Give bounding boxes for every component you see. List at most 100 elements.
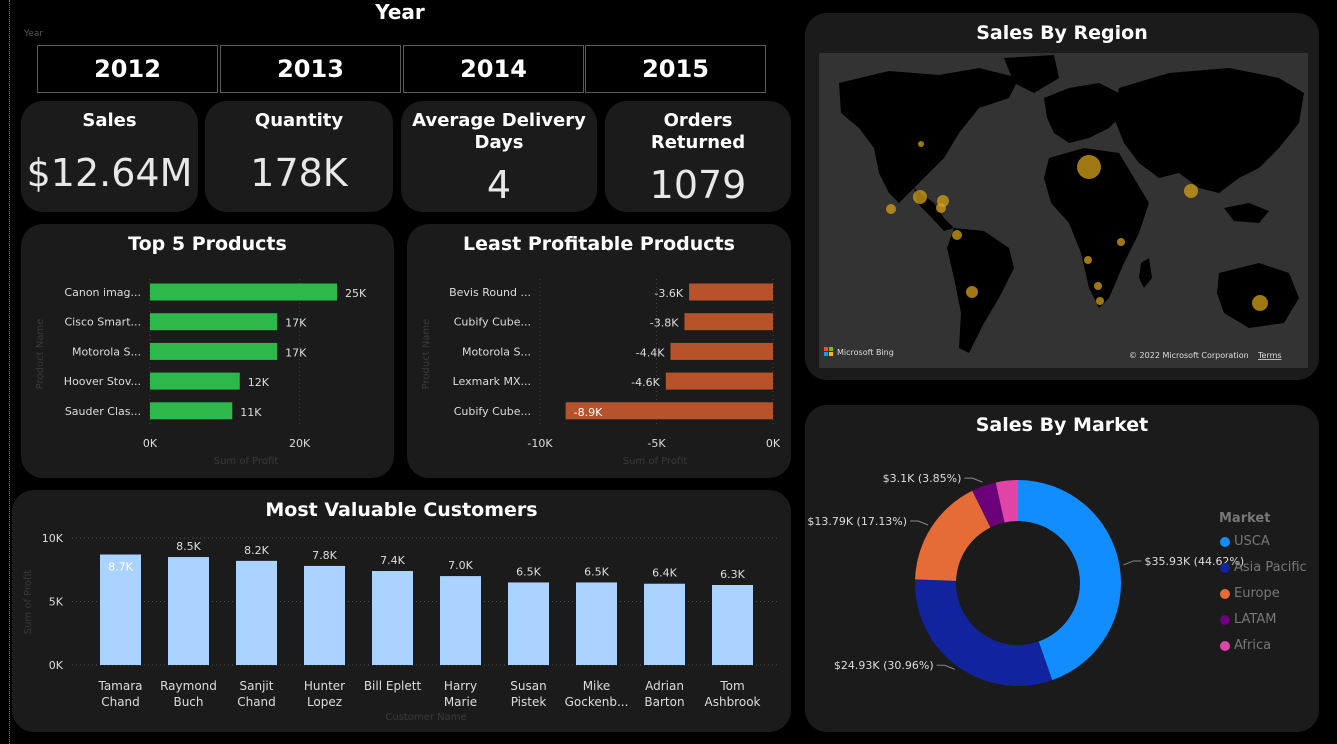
- x-category-label: Pistek: [511, 695, 547, 709]
- bar: [440, 576, 481, 665]
- data-label: -3.8K: [650, 317, 679, 330]
- bar: [712, 584, 753, 665]
- y-category-label: Sauder Clas...: [65, 405, 141, 418]
- legend-item-usca[interactable]: USCA: [1220, 534, 1270, 549]
- x-category-label: Harry: [444, 679, 477, 693]
- kpi-value: 178K: [250, 151, 348, 195]
- legend-dot: [1220, 640, 1230, 651]
- bar: [644, 583, 685, 665]
- leader-line: [1123, 560, 1142, 566]
- world-map[interactable]: Microsoft Bing © 2022 Microsoft Corporat…: [819, 53, 1308, 368]
- bar: [150, 342, 278, 360]
- legend-item-africa[interactable]: Africa: [1220, 638, 1271, 653]
- x-axis-title: Sum of Profit: [623, 456, 688, 467]
- y-category-label: Canon imag...: [64, 286, 141, 299]
- bar: [150, 372, 240, 390]
- kpi-title: Quantity: [254, 110, 344, 131]
- bar: [150, 402, 233, 420]
- data-label: 7.0K: [448, 559, 473, 572]
- kpi-value: $12.64M: [26, 151, 193, 195]
- x-category-label: Mike: [583, 679, 611, 693]
- legend-dot: [1220, 562, 1230, 573]
- x-category-label: Gockenb...: [565, 695, 629, 709]
- x-tick-label: 0K: [766, 437, 781, 450]
- data-label: -4.6K: [631, 376, 660, 389]
- map-terms-link[interactable]: Terms: [1257, 351, 1282, 360]
- year-slicer-title: Year: [375, 0, 425, 24]
- legend-label: USCA: [1234, 534, 1270, 549]
- x-category-label: Hunter: [304, 679, 345, 693]
- legend-dot: [1220, 536, 1230, 547]
- bar: [508, 582, 549, 665]
- top-products-chart: 0K 20K Canon imag... 25K Cisco Smart... 17K Mo…: [35, 279, 367, 467]
- x-category-label: Marie: [444, 695, 477, 709]
- bar: [236, 560, 277, 665]
- data-label: 17K: [285, 346, 307, 359]
- kpi-card-sales: Sales $12.64M: [21, 101, 198, 212]
- region-map-card: Sales By Region Microsoft Bing © 2022 Mi…: [805, 13, 1319, 380]
- kpi-title: Orders Returned: [650, 110, 746, 153]
- bar: [304, 565, 345, 665]
- legend-item-asia-pacific[interactable]: Asia Pacific: [1220, 560, 1307, 575]
- data-label: 6.5K: [516, 565, 541, 578]
- kpi-card-delivery-days: Average Delivery Days 4: [401, 101, 597, 212]
- data-label: 12K: [248, 376, 270, 389]
- data-label: 8.7K: [108, 561, 133, 574]
- y-category-label: Cisco Smart...: [64, 316, 141, 329]
- data-label: 17K: [285, 317, 307, 330]
- bar: [665, 372, 773, 390]
- x-tick-label: 0K: [143, 437, 158, 450]
- y-category-label: Motorola S...: [72, 345, 141, 358]
- year-slicer-field: Year: [24, 29, 44, 39]
- y-axis-title: Product Name: [35, 319, 46, 390]
- data-label: 6.4K: [652, 567, 677, 580]
- y-tick-label: 5K: [49, 596, 64, 609]
- year-button-2013[interactable]: 2013: [220, 45, 401, 93]
- customers-card: Most Valuable Customers 0K 5K 10K 8.7K Tamar…: [12, 490, 791, 732]
- y-category-label: Bevis Round ...: [449, 286, 531, 299]
- leader-line: [964, 477, 983, 483]
- leader-line: [910, 520, 929, 526]
- bar: [372, 571, 413, 665]
- kpi-value: 1079: [649, 163, 747, 207]
- data-label: $13.79K (17.13%): [807, 515, 907, 528]
- x-category-label: Sanjit: [240, 679, 274, 693]
- x-axis-title: Customer Name: [385, 712, 466, 723]
- x-tick-label: -5K: [647, 437, 666, 450]
- x-category-label: Adrian: [645, 679, 684, 693]
- x-category-label: Chand: [101, 695, 140, 709]
- data-label: $24.93K (30.96%): [834, 659, 934, 672]
- bing-label: Microsoft Bing: [837, 348, 894, 357]
- market-legend-title: Market: [1219, 511, 1271, 526]
- x-category-label: Buch: [173, 695, 203, 709]
- legend-item-europe[interactable]: Europe: [1220, 586, 1280, 601]
- year-button-2014[interactable]: 2014: [403, 45, 584, 93]
- legend-label: Africa: [1234, 638, 1272, 653]
- y-axis-title: Sum of Profit: [23, 570, 34, 635]
- data-label: -8.9K: [574, 406, 603, 419]
- data-label: 6.3K: [720, 568, 745, 581]
- legend-item-latam[interactable]: LATAM: [1220, 612, 1276, 627]
- kpi-title: Average Delivery Days: [412, 110, 586, 153]
- legend-dot: [1220, 614, 1230, 625]
- y-category-label: Cubify Cube...: [454, 316, 531, 329]
- bar: [150, 283, 337, 301]
- legend-label: Asia Pacific: [1234, 560, 1307, 575]
- data-label: 11K: [240, 406, 262, 419]
- year-button-2012[interactable]: 2012: [37, 45, 218, 93]
- y-category-label: Cubify Cube...: [454, 405, 531, 418]
- top-products-card: Top 5 Products 0K 20K Canon imag... 25K Cisc…: [21, 224, 394, 478]
- y-category-label: Lexmark MX...: [453, 375, 531, 388]
- year-button-2015[interactable]: 2015: [585, 45, 766, 93]
- leader-line: [936, 664, 955, 670]
- donut-slice: [915, 579, 1053, 686]
- x-category-label: Raymond: [160, 679, 217, 693]
- x-tick-label: 20K: [289, 437, 311, 450]
- x-category-label: Barton: [644, 695, 684, 709]
- kpi-card-quantity: Quantity 178K: [205, 101, 393, 212]
- data-label: 8.2K: [244, 544, 269, 557]
- data-label: $3.1K (3.85%): [883, 472, 962, 485]
- bar: [684, 313, 773, 331]
- data-label: -3.6K: [654, 287, 683, 300]
- x-category-label: Tamara: [97, 679, 142, 693]
